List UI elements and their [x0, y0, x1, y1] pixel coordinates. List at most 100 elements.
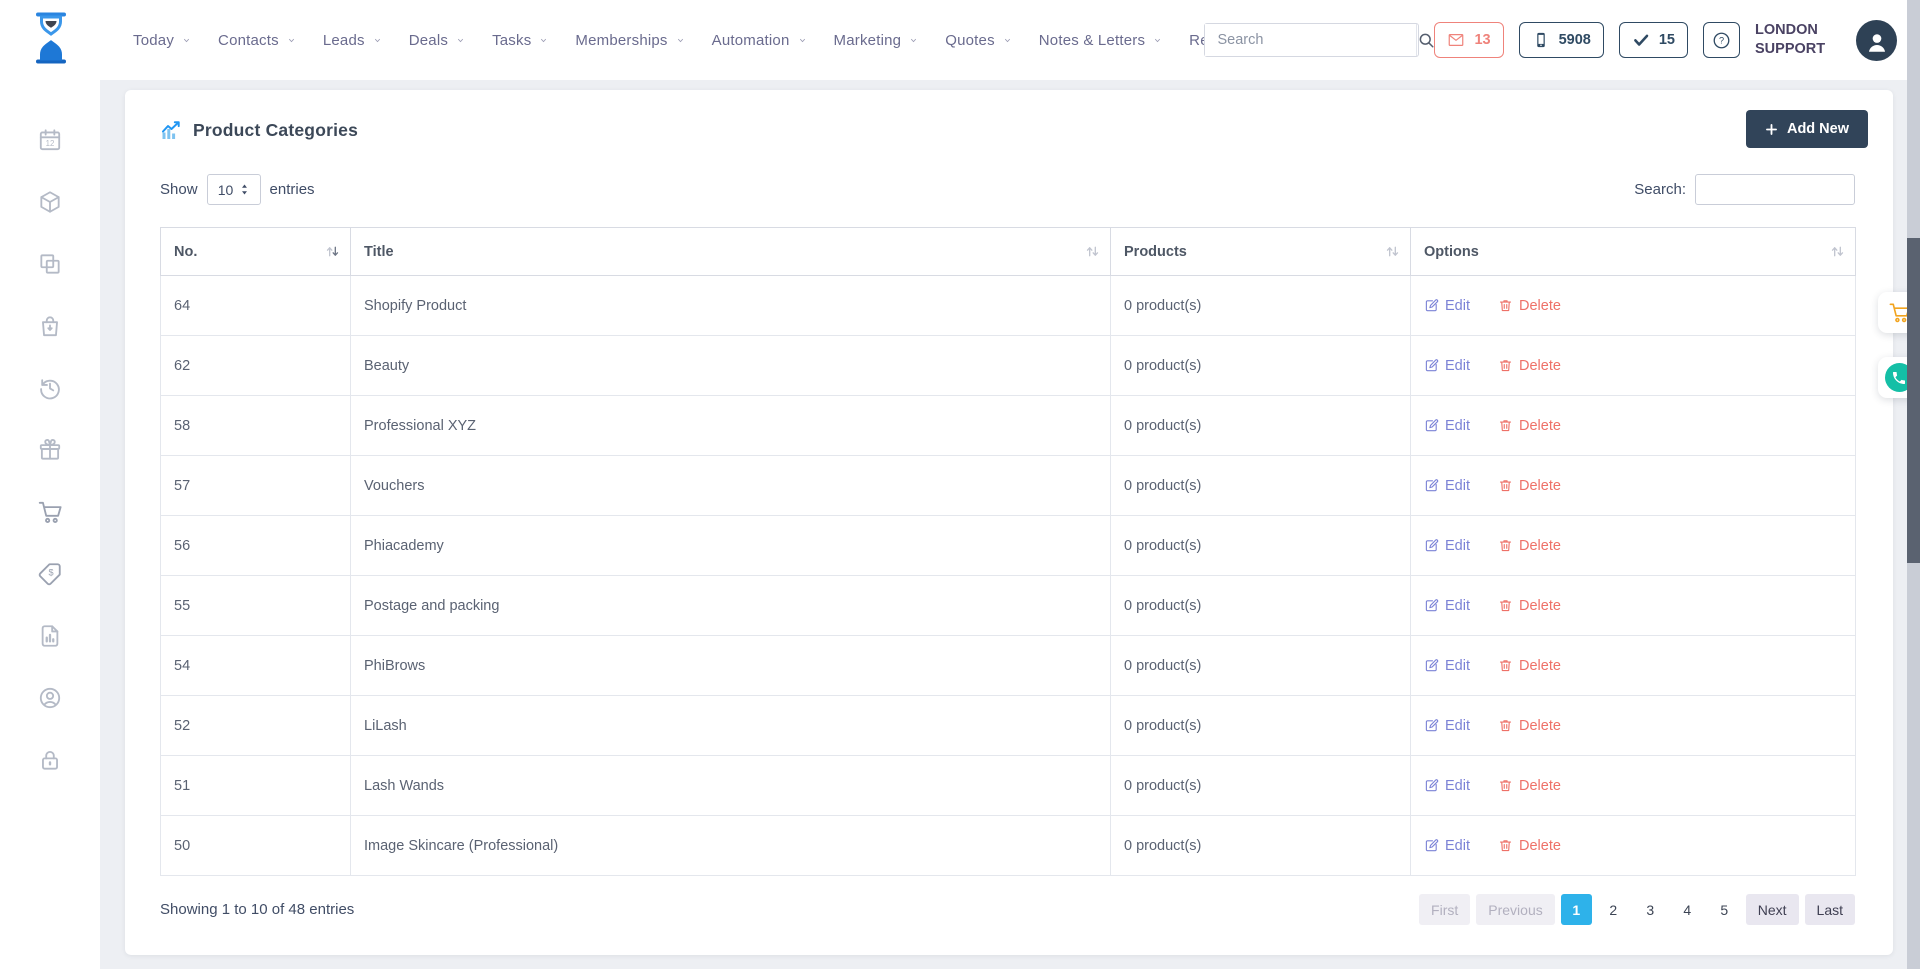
delete-label: Delete — [1519, 478, 1561, 494]
nav-item-tasks[interactable]: Tasks — [492, 32, 548, 49]
history-icon — [37, 375, 63, 401]
pagination: FirstPrevious12345NextLast — [1419, 894, 1855, 925]
table-body: 64Shopify Product0 product(s)EditDelete6… — [161, 276, 1856, 876]
edit-button[interactable]: Edit — [1424, 598, 1470, 614]
table-row: 58Professional XYZ0 product(s)EditDelete — [161, 396, 1856, 456]
trash-icon — [1498, 418, 1513, 433]
delete-button[interactable]: Delete — [1498, 778, 1561, 794]
chevron-down-icon — [539, 36, 548, 45]
edit-icon — [1424, 358, 1439, 373]
left-sidebar: 12 $ — [0, 80, 100, 969]
sidebar-item-orders[interactable] — [0, 295, 100, 357]
search-button[interactable] — [1416, 24, 1435, 56]
edit-label: Edit — [1445, 778, 1470, 794]
pagination-page-5[interactable]: 5 — [1709, 894, 1740, 925]
pagination-last[interactable]: Last — [1805, 894, 1855, 925]
help-button[interactable]: ? — [1703, 22, 1740, 58]
question-icon: ? — [1711, 30, 1732, 51]
global-search-input[interactable] — [1205, 24, 1416, 56]
nav-item-automation[interactable]: Automation — [712, 32, 807, 49]
edit-button[interactable]: Edit — [1424, 778, 1470, 794]
table-search-input[interactable] — [1695, 174, 1855, 205]
pagination-next[interactable]: Next — [1746, 894, 1799, 925]
edit-button[interactable]: Edit — [1424, 478, 1470, 494]
delete-button[interactable]: Delete — [1498, 298, 1561, 314]
tasks-badge[interactable]: 15 — [1619, 22, 1688, 58]
nav-item-label: Quotes — [945, 32, 995, 49]
edit-button[interactable]: Edit — [1424, 298, 1470, 314]
column-header-no[interactable]: No. — [161, 228, 351, 276]
page-scrollbar[interactable] — [1907, 0, 1920, 969]
nav-item-memberships[interactable]: Memberships — [575, 32, 684, 49]
sidebar-item-history[interactable] — [0, 357, 100, 419]
sidebar-item-reports[interactable] — [0, 605, 100, 667]
chevron-down-icon — [676, 36, 685, 45]
delete-button[interactable]: Delete — [1498, 478, 1561, 494]
sidebar-item-copy[interactable] — [0, 233, 100, 295]
edit-button[interactable]: Edit — [1424, 538, 1470, 554]
sidebar-item-account[interactable] — [0, 667, 100, 729]
plus-icon — [1765, 123, 1778, 136]
add-new-button[interactable]: Add New — [1746, 110, 1868, 148]
chevron-down-icon — [373, 36, 382, 45]
sidebar-item-security[interactable] — [0, 729, 100, 791]
edit-label: Edit — [1445, 598, 1470, 614]
pagination-page-1[interactable]: 1 — [1561, 894, 1592, 925]
nav-item-marketing[interactable]: Marketing — [834, 32, 919, 49]
app-logo-hourglass-icon[interactable] — [31, 12, 71, 66]
user-circle-icon — [37, 685, 63, 711]
edit-button[interactable]: Edit — [1424, 838, 1470, 854]
sidebar-item-calendar[interactable]: 12 — [0, 109, 100, 171]
edit-button[interactable]: Edit — [1424, 658, 1470, 674]
delete-button[interactable]: Delete — [1498, 358, 1561, 374]
sidebar-item-pricing[interactable]: $ — [0, 543, 100, 605]
cell-title: Postage and packing — [351, 576, 1111, 636]
nav-item-quotes[interactable]: Quotes — [945, 32, 1012, 49]
column-header-title[interactable]: Title — [351, 228, 1111, 276]
nav-item-notes-letters[interactable]: Notes & Letters — [1039, 32, 1162, 49]
nav-item-contacts[interactable]: Contacts — [218, 32, 296, 49]
delete-button[interactable]: Delete — [1498, 838, 1561, 854]
nav-item-deals[interactable]: Deals — [409, 32, 465, 49]
messages-badge[interactable]: 13 — [1434, 22, 1503, 58]
column-label: Title — [364, 244, 394, 260]
pagination-page-4[interactable]: 4 — [1672, 894, 1703, 925]
cell-products: 0 product(s) — [1111, 576, 1411, 636]
trash-icon — [1498, 358, 1513, 373]
pagination-page-2[interactable]: 2 — [1598, 894, 1629, 925]
avatar[interactable] — [1856, 20, 1897, 61]
lock-icon — [37, 747, 63, 773]
pagination-previous[interactable]: Previous — [1476, 894, 1554, 925]
column-header-inner: Products — [1124, 244, 1400, 260]
delete-button[interactable]: Delete — [1498, 658, 1561, 674]
nav-item-label: Memberships — [575, 32, 667, 49]
delete-button[interactable]: Delete — [1498, 598, 1561, 614]
cell-no: 54 — [161, 636, 351, 696]
table-row: 64Shopify Product0 product(s)EditDelete — [161, 276, 1856, 336]
pagination-first[interactable]: First — [1419, 894, 1470, 925]
sidebar-item-products[interactable] — [0, 171, 100, 233]
delete-button[interactable]: Delete — [1498, 418, 1561, 434]
column-header-products[interactable]: Products — [1111, 228, 1411, 276]
edit-button[interactable]: Edit — [1424, 418, 1470, 434]
nav-item-today[interactable]: Today — [133, 32, 191, 49]
edit-button[interactable]: Edit — [1424, 718, 1470, 734]
edit-button[interactable]: Edit — [1424, 358, 1470, 374]
row-actions: Edit Delete — [1424, 478, 1842, 494]
table-row: 57Vouchers0 product(s)EditDelete — [161, 456, 1856, 516]
price-tag-icon: $ — [37, 561, 63, 587]
edit-label: Edit — [1445, 838, 1470, 854]
trash-icon — [1498, 478, 1513, 493]
sidebar-item-cart[interactable] — [0, 481, 100, 543]
calls-badge[interactable]: 5908 — [1519, 22, 1604, 58]
cell-no: 64 — [161, 276, 351, 336]
sidebar-item-gifts[interactable] — [0, 419, 100, 481]
pagination-page-3[interactable]: 3 — [1635, 894, 1666, 925]
row-actions: Edit Delete — [1424, 358, 1842, 374]
page-length-select[interactable]: 10 — [207, 174, 261, 205]
delete-button[interactable]: Delete — [1498, 718, 1561, 734]
scrollbar-thumb[interactable] — [1907, 238, 1920, 563]
delete-button[interactable]: Delete — [1498, 538, 1561, 554]
column-header-options[interactable]: Options — [1411, 228, 1856, 276]
nav-item-leads[interactable]: Leads — [323, 32, 382, 49]
